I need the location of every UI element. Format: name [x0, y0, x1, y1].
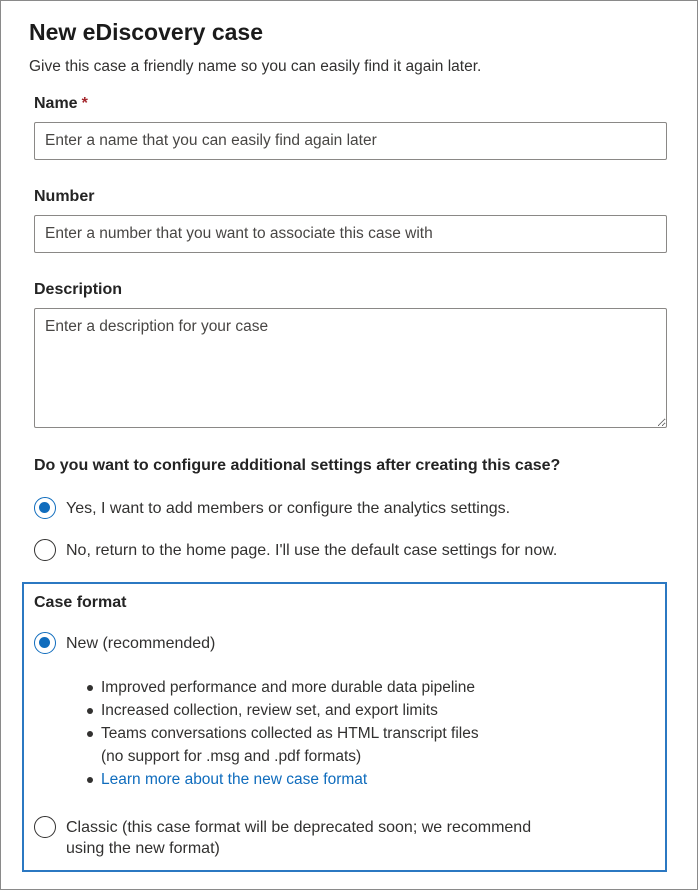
radio-button-unselected[interactable] — [34, 816, 56, 838]
new-format-benefits-list: Improved performance and more durable da… — [84, 676, 479, 791]
radio-label-no: No, return to the home page. I'll use th… — [66, 542, 558, 559]
radio-option-new-format[interactable]: New (recommended) — [34, 632, 215, 654]
list-item: Improved performance and more durable da… — [84, 676, 479, 699]
dialog-subtitle: Give this case a friendly name so you ca… — [29, 58, 482, 75]
radio-option-yes-configure[interactable]: Yes, I want to add members or configure … — [34, 497, 510, 519]
name-label-text: Name — [34, 95, 78, 112]
list-item-text: Improved performance and more durable da… — [101, 679, 475, 696]
number-input[interactable] — [34, 215, 667, 253]
radio-label-yes: Yes, I want to add members or configure … — [66, 500, 511, 517]
additional-settings-question: Do you want to configure additional sett… — [34, 457, 561, 474]
classic-label-line1: Classic (this case format will be deprec… — [66, 819, 532, 836]
radio-button-selected[interactable] — [34, 632, 56, 654]
list-item-text-continued: (no support for .msg and .pdf formats) — [101, 748, 362, 765]
description-label: Description — [34, 281, 123, 298]
list-item-text: Increased collection, review set, and ex… — [101, 702, 438, 719]
description-textarea[interactable] — [34, 308, 667, 428]
radio-option-classic-format[interactable]: Classic (this case format will be deprec… — [34, 816, 531, 859]
radio-option-no-return-home[interactable]: No, return to the home page. I'll use th… — [34, 539, 557, 561]
list-item: Learn more about the new case format — [84, 768, 479, 791]
dialog-title: New eDiscovery case — [29, 19, 263, 45]
name-input[interactable] — [34, 122, 667, 160]
classic-label-line2: using the new format) — [66, 840, 220, 857]
required-marker: * — [81, 95, 88, 112]
name-label: Name * — [34, 95, 88, 113]
list-item: Increased collection, review set, and ex… — [84, 699, 479, 722]
radio-label-new-format: New (recommended) — [66, 635, 216, 652]
learn-more-link[interactable]: Learn more about the new case format — [101, 771, 367, 788]
radio-button-unselected[interactable] — [34, 539, 56, 561]
number-label: Number — [34, 188, 95, 205]
radio-button-selected[interactable] — [34, 497, 56, 519]
case-format-title: Case format — [34, 594, 127, 611]
list-item: Teams conversations collected as HTML tr… — [84, 722, 479, 768]
list-item-text: Teams conversations collected as HTML tr… — [101, 725, 479, 742]
radio-label-classic-format: Classic (this case format will be deprec… — [66, 816, 531, 859]
